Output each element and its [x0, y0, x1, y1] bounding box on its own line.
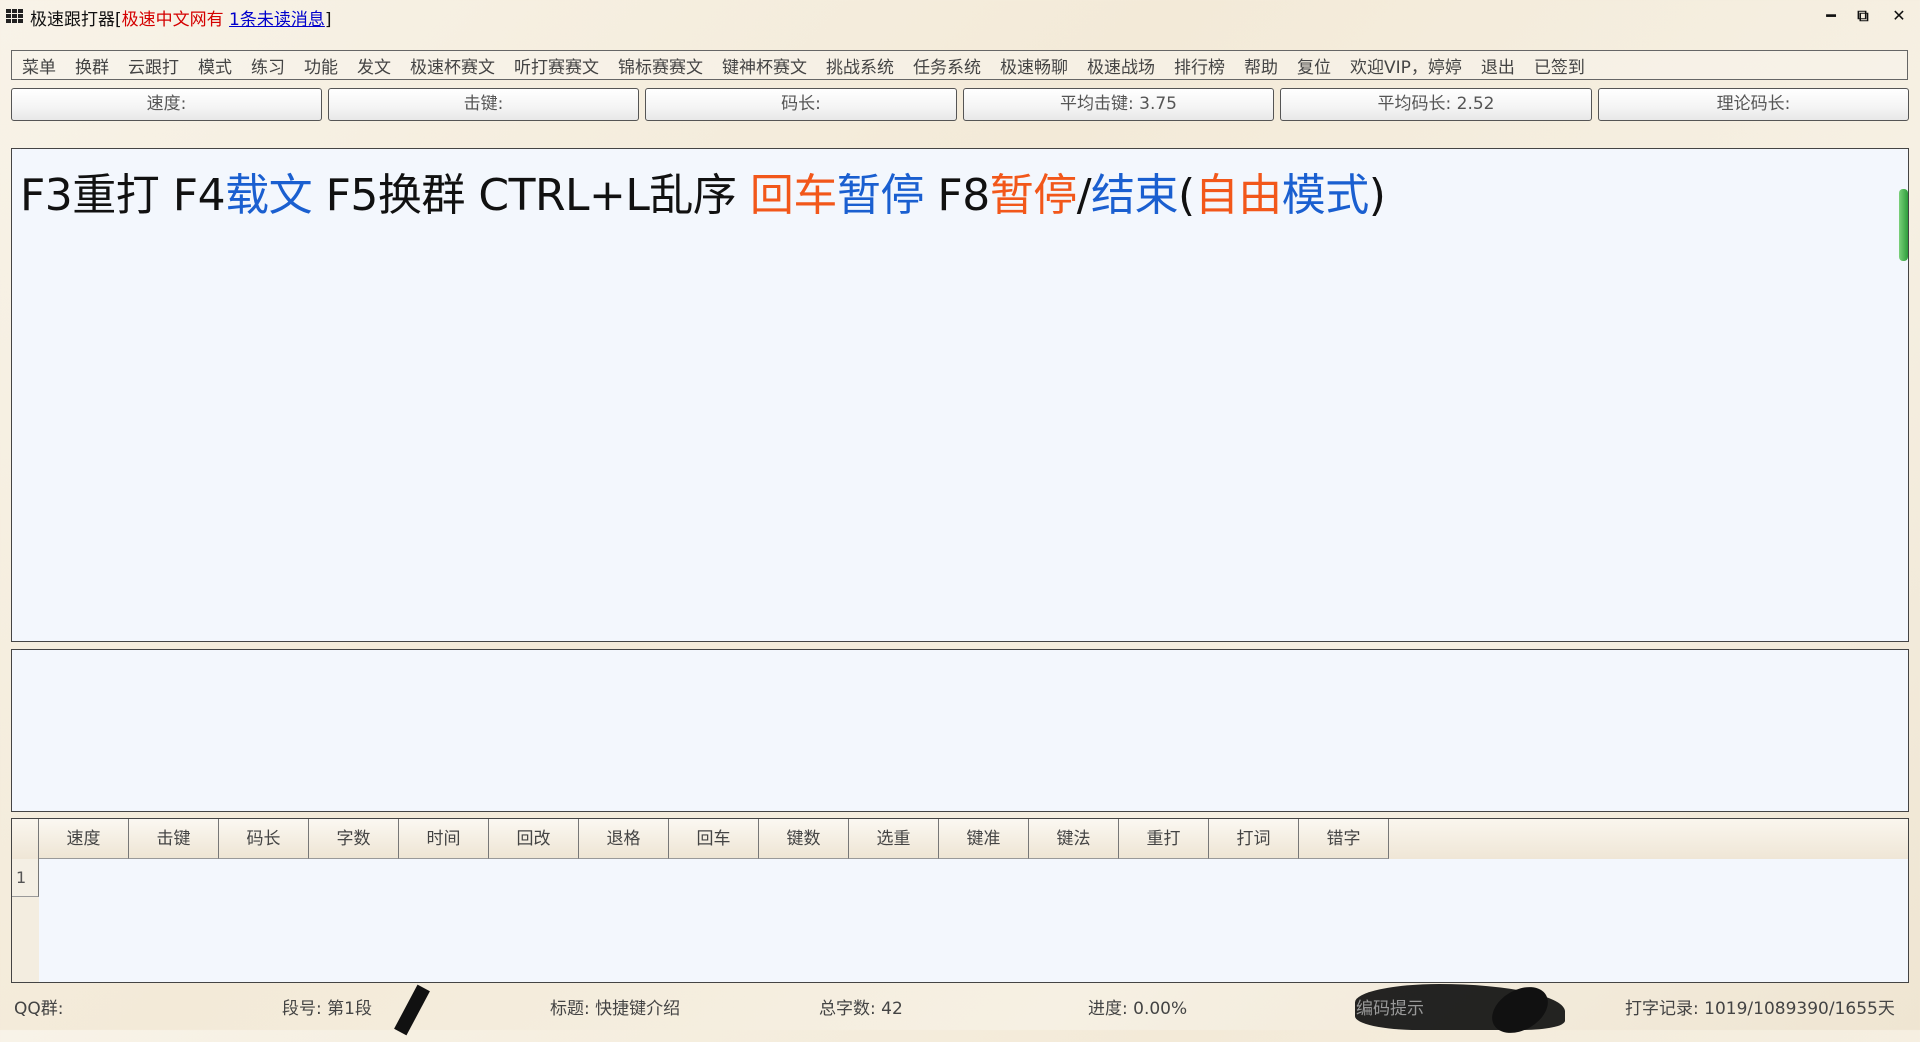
stat-code-length: 码长: — [645, 88, 957, 121]
title-bar: 极速跟打器[极速中文网有 1条未读消息] ━ ⧉ ✕ — [0, 0, 1920, 34]
article-segment: 结束 — [1091, 170, 1179, 221]
menu-item-keygod-cup-text[interactable]: 键神杯赛文 — [722, 53, 807, 78]
column-header[interactable]: 错字 — [1299, 819, 1389, 859]
column-header[interactable]: 键准 — [939, 819, 1029, 859]
article-text: F3重打 F4载文 F5换群 CTRL+L乱序 回车暂停 F8暂停/结束(自由模… — [20, 159, 1386, 223]
column-header[interactable]: 速度 — [39, 819, 129, 859]
menu-item-welcome-user[interactable]: 欢迎VIP，婷婷 — [1350, 53, 1462, 78]
column-header[interactable]: 键数 — [759, 819, 849, 859]
column-header[interactable]: 字数 — [309, 819, 399, 859]
status-total-chars: 总字数: 42 — [819, 999, 903, 1019]
article-text-panel[interactable]: F3重打 F4载文 F5换群 CTRL+L乱序 回车暂停 F8暂停/结束(自由模… — [11, 148, 1909, 642]
stat-speed: 速度: — [11, 88, 322, 121]
menu-item-signed-in[interactable]: 已签到 — [1534, 53, 1585, 78]
typing-input-area[interactable] — [11, 649, 1909, 812]
menu-item-chat[interactable]: 极速畅聊 — [1000, 53, 1068, 78]
article-segment: 回车 — [749, 170, 838, 221]
column-header[interactable]: 时间 — [399, 819, 489, 859]
menu-item-switch-group[interactable]: 换群 — [75, 53, 109, 78]
column-header[interactable]: 打词 — [1209, 819, 1299, 859]
menu-item-exit[interactable]: 退出 — [1481, 53, 1515, 78]
window-title: 极速跟打器[极速中文网有 1条未读消息] — [30, 5, 332, 30]
column-header[interactable]: 码长 — [219, 819, 309, 859]
status-title: 标题: 快捷键介绍 — [550, 999, 681, 1019]
column-header[interactable]: 键法 — [1029, 819, 1119, 859]
site-label: 极速中文网有 — [121, 10, 224, 30]
status-segment: 段号: 第1段 — [282, 999, 372, 1019]
status-qq-group: QQ群: — [14, 999, 64, 1019]
unread-messages-link[interactable]: 1条未读消息 — [229, 10, 325, 30]
column-header[interactable]: 选重 — [849, 819, 939, 859]
article-segment: 暂停 — [989, 170, 1078, 221]
column-header[interactable]: 回改 — [489, 819, 579, 859]
app-grid-icon[interactable] — [6, 9, 24, 23]
status-code-hint[interactable]: 编码提示 — [1356, 994, 1424, 1019]
menu-item-function[interactable]: 功能 — [304, 53, 338, 78]
article-segment: 载文 — [225, 170, 313, 221]
column-header[interactable]: 重打 — [1119, 819, 1209, 859]
status-progress: 进度: 0.00% — [1088, 999, 1188, 1019]
article-segment: 模式 — [1281, 170, 1370, 221]
article-segment: F8 — [923, 170, 990, 221]
results-table: 1 速度 击键 码长 字数 时间 回改 退格 回车 键数 选重 键准 键法 重打 打词 错字 — [11, 818, 1909, 983]
menu-item-cloud-typing[interactable]: 云跟打 — [128, 53, 179, 78]
menu-item-task-system[interactable]: 任务系统 — [913, 53, 981, 78]
menu-item-practice[interactable]: 练习 — [251, 53, 285, 78]
menu-item-challenge-system[interactable]: 挑战系统 — [826, 53, 894, 78]
article-segment: ( — [1178, 170, 1195, 221]
article-segment: ) — [1368, 170, 1386, 221]
menu-item-jisu-cup-text[interactable]: 极速杯赛文 — [410, 53, 495, 78]
app-name: 极速跟打器[ — [30, 10, 122, 30]
menu-bar: 菜单 换群 云跟打 模式 练习 功能 发文 极速杯赛文 听打赛赛文 锦标赛赛文 … — [11, 50, 1908, 80]
article-segment: / — [1076, 170, 1092, 221]
restore-button[interactable]: ⧉ — [1850, 4, 1876, 28]
article-segment: F3重打 F4 — [20, 170, 226, 221]
menu-item-help[interactable]: 帮助 — [1244, 53, 1278, 78]
article-segment: 暂停 — [836, 170, 925, 221]
menu-item-championship-text[interactable]: 锦标赛赛文 — [618, 53, 703, 78]
row-header-column — [12, 897, 39, 982]
table-row-header[interactable]: 1 — [12, 859, 39, 897]
menu-item-mode[interactable]: 模式 — [198, 53, 232, 78]
minimize-button[interactable]: ━ — [1818, 4, 1844, 28]
status-typing-record: 打字记录: 1019/1089390/1655天 — [1625, 999, 1895, 1019]
column-header[interactable]: 击键 — [129, 819, 219, 859]
menu-item-leaderboard[interactable]: 排行榜 — [1174, 53, 1225, 78]
stat-keystroke: 击键: — [328, 88, 639, 121]
article-segment: 自由 — [1194, 170, 1283, 221]
menu-item-menu[interactable]: 菜单 — [22, 53, 56, 78]
menu-item-reset[interactable]: 复位 — [1297, 53, 1331, 78]
column-header[interactable]: 回车 — [669, 819, 759, 859]
background-ink-stroke — [394, 984, 430, 1036]
title-close-bracket: ] — [324, 10, 332, 30]
menu-item-send-text[interactable]: 发文 — [357, 53, 391, 78]
table-corner-cell — [12, 819, 39, 859]
vertical-scrollbar-thumb[interactable] — [1899, 189, 1908, 261]
menu-item-listen-match-text[interactable]: 听打赛赛文 — [514, 53, 599, 78]
stat-average-keystroke: 平均击键: 3.75 — [963, 88, 1274, 121]
article-segment: F5换群 CTRL+L乱序 — [312, 170, 750, 221]
menu-item-battlefield[interactable]: 极速战场 — [1087, 53, 1155, 78]
close-button[interactable]: ✕ — [1886, 4, 1912, 28]
column-header[interactable]: 退格 — [579, 819, 669, 859]
stat-average-code-length: 平均码长: 2.52 — [1280, 88, 1592, 121]
stat-theory-code-length: 理论码长: — [1598, 88, 1909, 121]
